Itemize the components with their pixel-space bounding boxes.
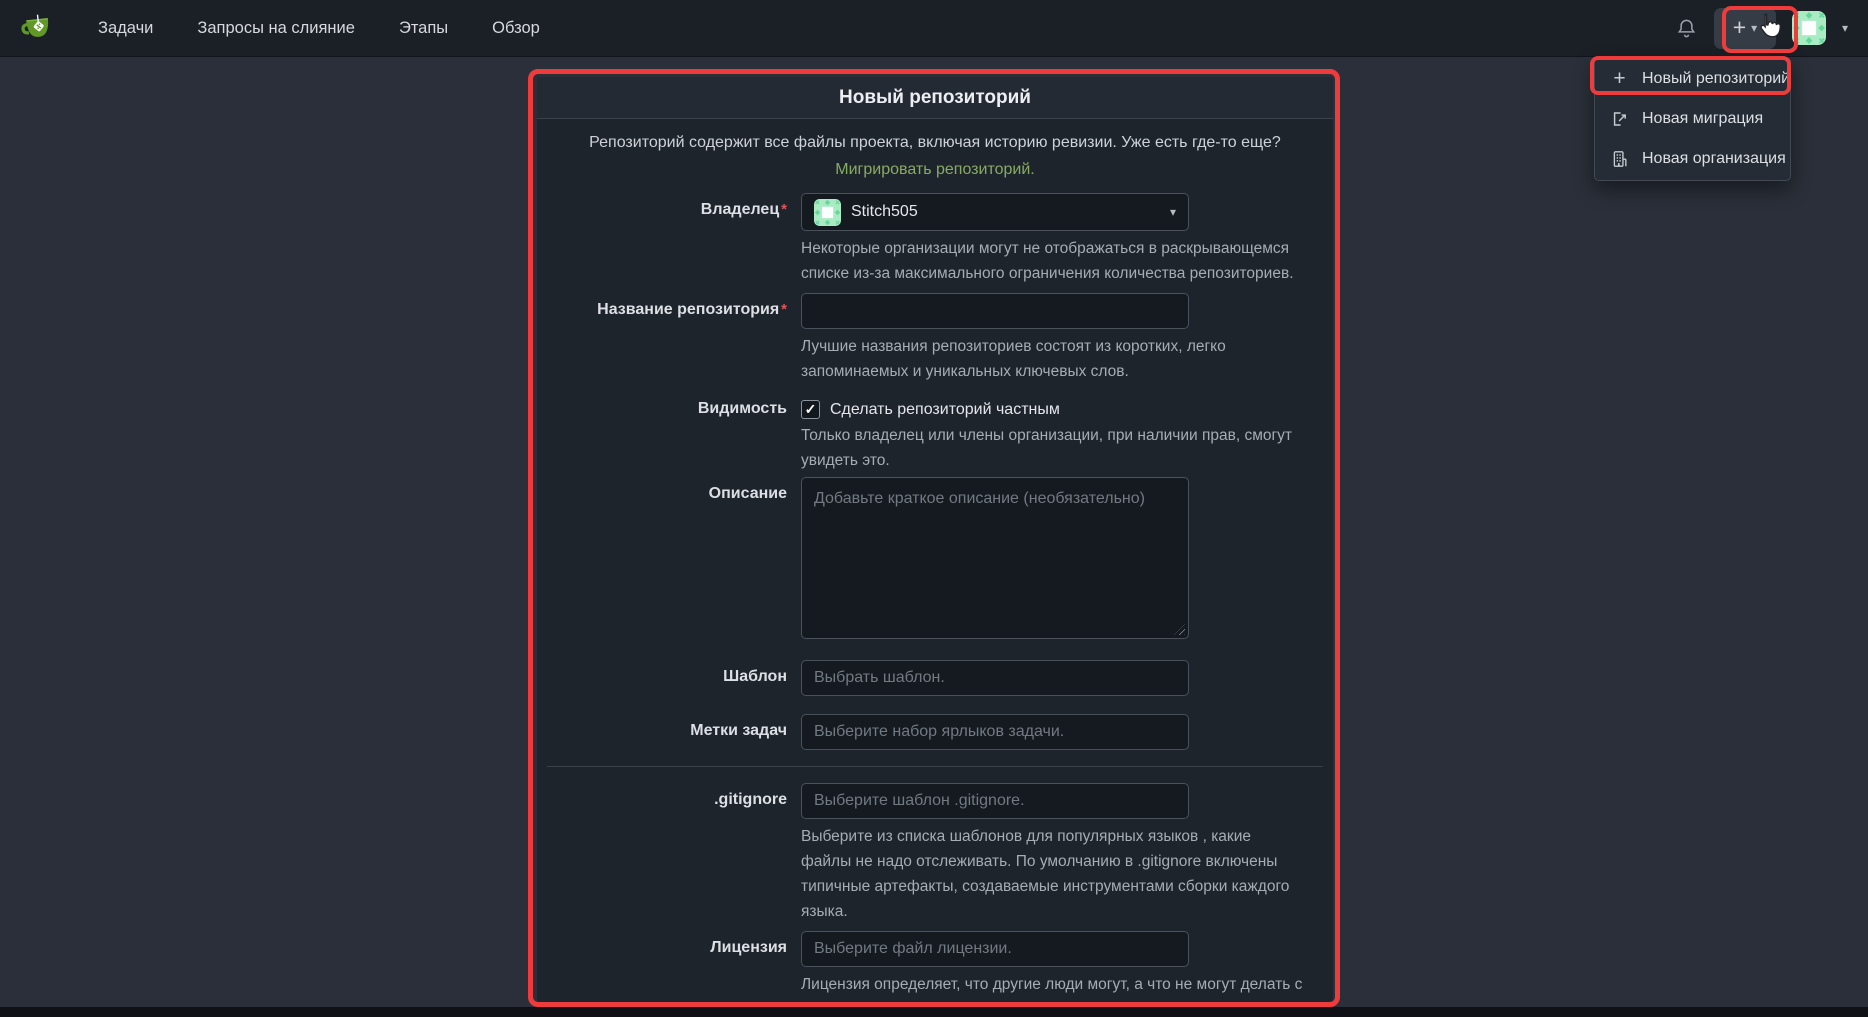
repo-name-label: Название репозитория* (559, 293, 801, 384)
form-intro-text: Репозиторий содержит все файлы проекта, … (559, 129, 1311, 183)
description-row: Описание (559, 477, 1311, 639)
form-body: Репозиторий содержит все файлы проекта, … (537, 119, 1333, 1007)
menu-item-new-migration[interactable]: Новая миграция (1595, 99, 1790, 139)
plus-icon: + (1733, 16, 1746, 39)
required-asterisk: * (781, 301, 787, 318)
template-label: Шаблон (559, 660, 801, 696)
license-help-body: Лицензия определяет, что другие люди мог… (801, 976, 1302, 1007)
gitignore-input[interactable] (801, 783, 1189, 819)
license-help-text: Лицензия определяет, что другие люди мог… (801, 972, 1303, 1007)
license-input[interactable] (801, 931, 1189, 967)
nav-link-explore[interactable]: Обзор (492, 19, 540, 38)
description-textarea[interactable] (801, 477, 1189, 639)
repo-name-help-text: Лучшие названия репозиториев состоят из … (801, 334, 1303, 384)
owner-label: Владелец* (559, 193, 801, 286)
owner-row: Владелец* Stitch50 (559, 193, 1311, 286)
page-title: Новый репозиторий (839, 87, 1031, 109)
nav-link-issues[interactable]: Задачи (98, 19, 153, 38)
private-checkbox[interactable]: ✓ (801, 400, 820, 419)
required-asterisk: * (781, 201, 787, 218)
chevron-down-icon: ▾ (1751, 21, 1757, 35)
user-avatar[interactable] (1792, 11, 1826, 45)
visibility-label: Видимость (559, 395, 801, 473)
nav-link-pull-requests[interactable]: Запросы на слияние (197, 19, 355, 38)
nav-link-milestones[interactable]: Этапы (399, 19, 448, 38)
intro-text: Репозиторий содержит все файлы проекта, … (589, 134, 1281, 151)
organization-icon (1610, 150, 1629, 169)
owner-avatar (814, 199, 841, 226)
chevron-down-icon: ▾ (1170, 205, 1176, 219)
visibility-row: Видимость ✓ Сделать репозиторий частным … (559, 395, 1311, 473)
nav-links: Задачи Запросы на слияние Этапы Обзор (98, 19, 540, 38)
gitignore-label: .gitignore (559, 783, 801, 924)
checkmark-icon: ✓ (805, 401, 817, 418)
menu-item-label: Новая миграция (1642, 110, 1763, 128)
gitea-logo-icon[interactable] (20, 11, 54, 45)
template-row: Шаблон (559, 660, 1311, 696)
create-new-dropdown-menu: + Новый репозиторий Новая миграция (1594, 57, 1791, 181)
license-label: Лицензия (559, 931, 801, 1007)
issue-labels-input[interactable] (801, 714, 1189, 750)
plus-icon: + (1610, 69, 1629, 88)
migrate-repository-link[interactable]: Мигрировать репозиторий. (835, 161, 1034, 178)
owner-help-text: Некоторые организации могут не отображат… (801, 236, 1303, 286)
license-row: Лицензия Лицензия определяет, что другие… (559, 931, 1311, 1007)
visibility-help-text: Только владелец или члены организации, п… (801, 423, 1303, 473)
migration-icon (1610, 110, 1629, 129)
menu-item-label: Новый репозиторий (1642, 70, 1790, 88)
top-navbar: Задачи Запросы на слияние Этапы Обзор + … (0, 0, 1868, 57)
issue-labels-label: Метки задач (559, 714, 801, 750)
new-repository-form: Новый репозиторий Репозиторий содержит в… (537, 77, 1333, 1007)
gitignore-help-text: Выберите из списка шаблонов для популярн… (801, 824, 1303, 924)
menu-item-label: Новая организация (1642, 150, 1786, 168)
form-header: Новый репозиторий (537, 77, 1333, 119)
issue-labels-row: Метки задач (559, 714, 1311, 750)
section-divider (547, 766, 1323, 767)
notifications-bell-icon[interactable] (1675, 17, 1698, 40)
repo-name-row: Название репозитория* Лучшие названия ре… (559, 293, 1311, 384)
owner-value: Stitch505 (851, 203, 918, 221)
description-label: Описание (559, 477, 801, 639)
template-input[interactable] (801, 660, 1189, 696)
navbar-right: + ▾ ▾ (1675, 8, 1848, 49)
owner-select[interactable]: Stitch505 ▾ (801, 193, 1189, 231)
repo-name-input[interactable] (801, 293, 1189, 329)
menu-item-new-repository[interactable]: + Новый репозиторий (1595, 59, 1790, 99)
page-bottom-strip (0, 1007, 1868, 1017)
menu-item-new-organization[interactable]: Новая организация (1595, 139, 1790, 179)
create-new-button[interactable]: + ▾ (1714, 8, 1776, 49)
avatar-chevron-down-icon[interactable]: ▾ (1842, 21, 1848, 35)
private-checkbox-label[interactable]: Сделать репозиторий частным (830, 401, 1060, 419)
gitignore-row: .gitignore Выберите из списка шаблонов д… (559, 783, 1311, 924)
